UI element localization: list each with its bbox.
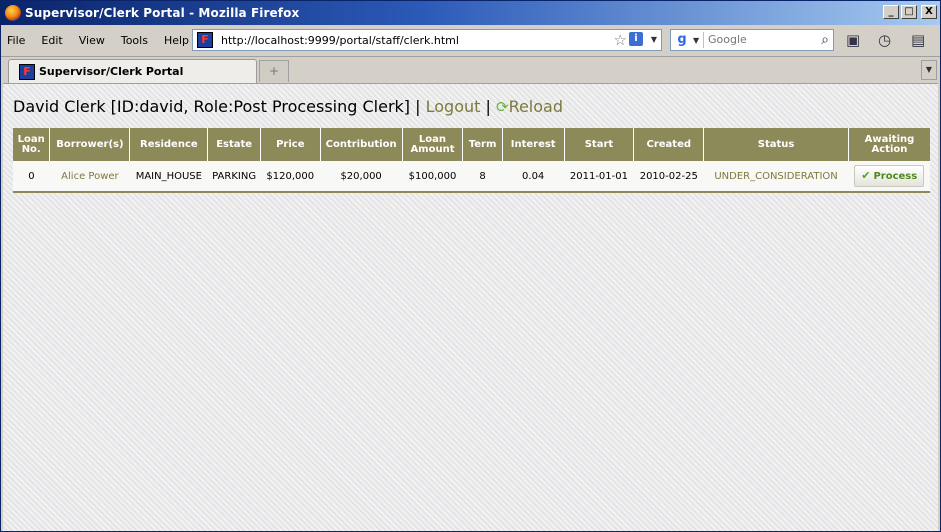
magnifier-icon[interactable]: ⌕: [821, 32, 829, 48]
close-button[interactable]: X: [921, 5, 937, 19]
menu-edit[interactable]: Edit: [41, 34, 62, 47]
column-header[interactable]: Status: [703, 128, 849, 161]
history-clock-icon[interactable]: ◷: [878, 31, 891, 49]
reload-link[interactable]: ⟳Reload: [496, 97, 563, 116]
separator: |: [415, 97, 421, 116]
menu-view[interactable]: View: [79, 34, 105, 47]
column-header[interactable]: Loan No.: [13, 128, 51, 161]
page-icon[interactable]: ▤: [911, 31, 925, 49]
column-header[interactable]: Start: [564, 128, 635, 161]
user-info: David Clerk [ID:david, Role:Post Process…: [13, 97, 411, 116]
loans-table: Loan No. Borrower(s) Residence Estate Pr…: [13, 128, 930, 193]
url-dropdown-icon[interactable]: ▼: [651, 35, 657, 44]
menu-file[interactable]: File: [7, 34, 25, 47]
cell-start: 2011-01-01: [564, 161, 634, 193]
address-bar[interactable]: F http://localhost:9999/portal/staff/cle…: [192, 29, 662, 51]
process-label: Process: [873, 171, 918, 182]
browser-window: Supervisor/Clerk Portal - Mozilla Firefo…: [0, 0, 941, 532]
url-text[interactable]: http://localhost:9999/portal/staff/clerk…: [221, 34, 459, 47]
cell-loan-amount: $100,000: [402, 161, 463, 193]
cell-action: ✔ Process: [848, 161, 930, 193]
menu-bar: File Edit View Tools Help: [7, 34, 205, 47]
tab-list-dropdown-icon[interactable]: ▼: [921, 60, 937, 80]
column-header[interactable]: Price: [260, 128, 321, 161]
search-input[interactable]: [708, 33, 808, 46]
process-button[interactable]: ✔ Process: [854, 165, 925, 187]
site-info-icon[interactable]: i: [629, 32, 643, 46]
cell-estate: PARKING: [207, 161, 261, 193]
borrower-link[interactable]: Alice Power: [61, 171, 118, 182]
logout-link[interactable]: Logout: [426, 97, 481, 116]
cell-interest: 0.04: [502, 161, 565, 193]
new-tab-button[interactable]: +: [259, 60, 289, 82]
cell-term: 8: [462, 161, 503, 193]
window-controls: _ □ X: [883, 5, 937, 19]
maximize-button[interactable]: □: [901, 5, 917, 19]
status-link[interactable]: UNDER_CONSIDERATION: [714, 171, 837, 182]
tab-active[interactable]: F Supervisor/Clerk Portal: [8, 59, 257, 83]
tab-bar: F Supervisor/Clerk Portal + ▼: [1, 57, 940, 83]
menu-help[interactable]: Help: [164, 34, 189, 47]
page-content: David Clerk [ID:david, Role:Post Process…: [3, 83, 938, 531]
cell-status: UNDER_CONSIDERATION: [703, 161, 849, 193]
cell-price: $120,000: [260, 161, 321, 193]
column-header[interactable]: Loan Amount: [402, 128, 464, 161]
bookmark-star-icon[interactable]: ☆: [614, 31, 627, 49]
tab-label: Supervisor/Clerk Portal: [39, 65, 184, 78]
search-box[interactable]: g ▼ ⌕: [670, 29, 834, 51]
window-title: Supervisor/Clerk Portal - Mozilla Firefo…: [25, 6, 300, 20]
column-header[interactable]: Residence: [129, 128, 209, 161]
site-favicon-icon: F: [197, 32, 213, 48]
user-header: David Clerk [ID:david, Role:Post Process…: [13, 97, 563, 116]
cell-created: 2010-02-25: [633, 161, 704, 193]
reload-icon: ⟳: [495, 98, 509, 116]
table-header-row: Loan No. Borrower(s) Residence Estate Pr…: [13, 128, 930, 161]
column-header[interactable]: Term: [462, 128, 503, 161]
column-header[interactable]: Awaiting Action: [848, 128, 930, 161]
column-header[interactable]: Borrower(s): [49, 128, 131, 161]
column-header[interactable]: Interest: [502, 128, 565, 161]
cell-loan-no: 0: [13, 161, 50, 193]
separator: |: [485, 97, 491, 116]
firefox-icon: [5, 5, 21, 21]
cell-residence: MAIN_HOUSE: [129, 161, 208, 193]
tab-favicon-icon: F: [19, 64, 35, 80]
search-separator: [703, 32, 704, 48]
cell-borrower: Alice Power: [49, 161, 130, 193]
title-bar: Supervisor/Clerk Portal - Mozilla Firefo…: [1, 1, 940, 25]
cell-contribution: $20,000: [320, 161, 403, 193]
navigation-toolbar: File Edit View Tools Help F http://local…: [1, 26, 940, 57]
reload-label: Reload: [508, 97, 563, 116]
menu-tools[interactable]: Tools: [121, 34, 148, 47]
column-header[interactable]: Created: [633, 128, 705, 161]
check-icon: ✔: [861, 169, 871, 182]
addon-icon[interactable]: ▣: [846, 31, 860, 49]
column-header[interactable]: Estate: [207, 128, 261, 161]
column-header[interactable]: Contribution: [320, 128, 403, 161]
minimize-button[interactable]: _: [883, 5, 899, 19]
google-icon[interactable]: g: [673, 32, 691, 48]
table-row: 0 Alice Power MAIN_HOUSE PARKING $120,00…: [13, 161, 930, 193]
engine-dropdown-icon[interactable]: ▼: [693, 36, 699, 45]
